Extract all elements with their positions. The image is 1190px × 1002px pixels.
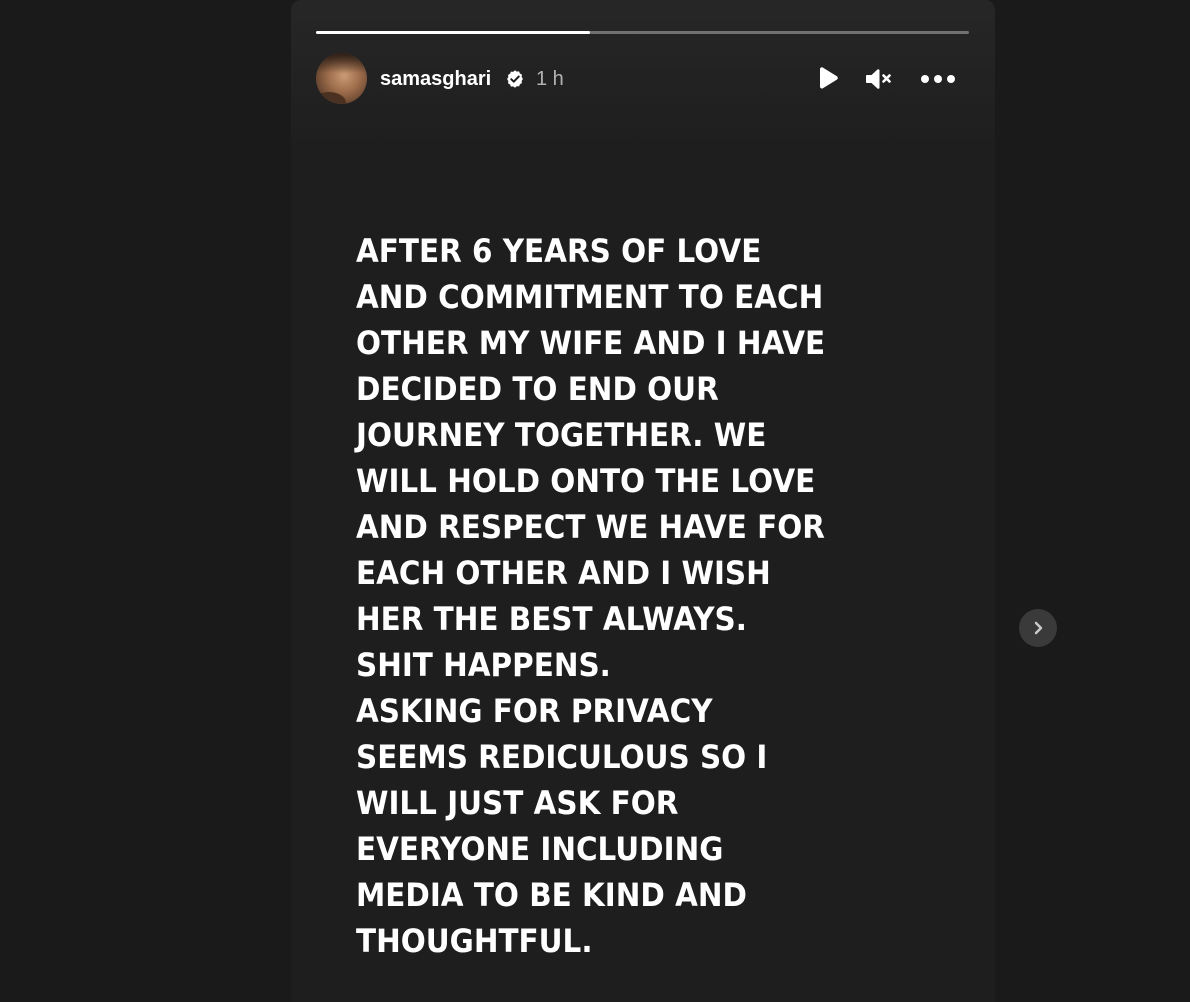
story-viewer: samasghari 1 h AFTER 6 YEARS OF LOVE AND… xyxy=(0,0,1190,1002)
play-button[interactable] xyxy=(812,63,844,95)
verified-badge-icon xyxy=(507,70,523,88)
story-card[interactable]: samasghari 1 h AFTER 6 YEARS OF LOVE AND… xyxy=(291,0,995,1002)
story-timestamp: 1 h xyxy=(536,68,564,90)
story-progress-bar xyxy=(316,31,969,34)
mute-toggle-button[interactable] xyxy=(863,63,895,95)
username-link[interactable]: samasghari xyxy=(380,66,491,92)
story-progress-fill xyxy=(316,31,591,34)
avatar-hair xyxy=(316,53,367,73)
chevron-right-icon xyxy=(1034,621,1043,635)
story-text: AFTER 6 YEARS OF LOVE AND COMMITMENT TO … xyxy=(356,232,826,960)
muted-speaker-icon xyxy=(866,69,891,89)
more-options-icon xyxy=(921,75,955,83)
play-icon xyxy=(820,67,838,89)
avatar-shoulder xyxy=(316,92,346,104)
more-options-button[interactable] xyxy=(920,63,956,95)
next-story-button[interactable] xyxy=(1019,609,1057,647)
avatar[interactable] xyxy=(316,53,367,104)
